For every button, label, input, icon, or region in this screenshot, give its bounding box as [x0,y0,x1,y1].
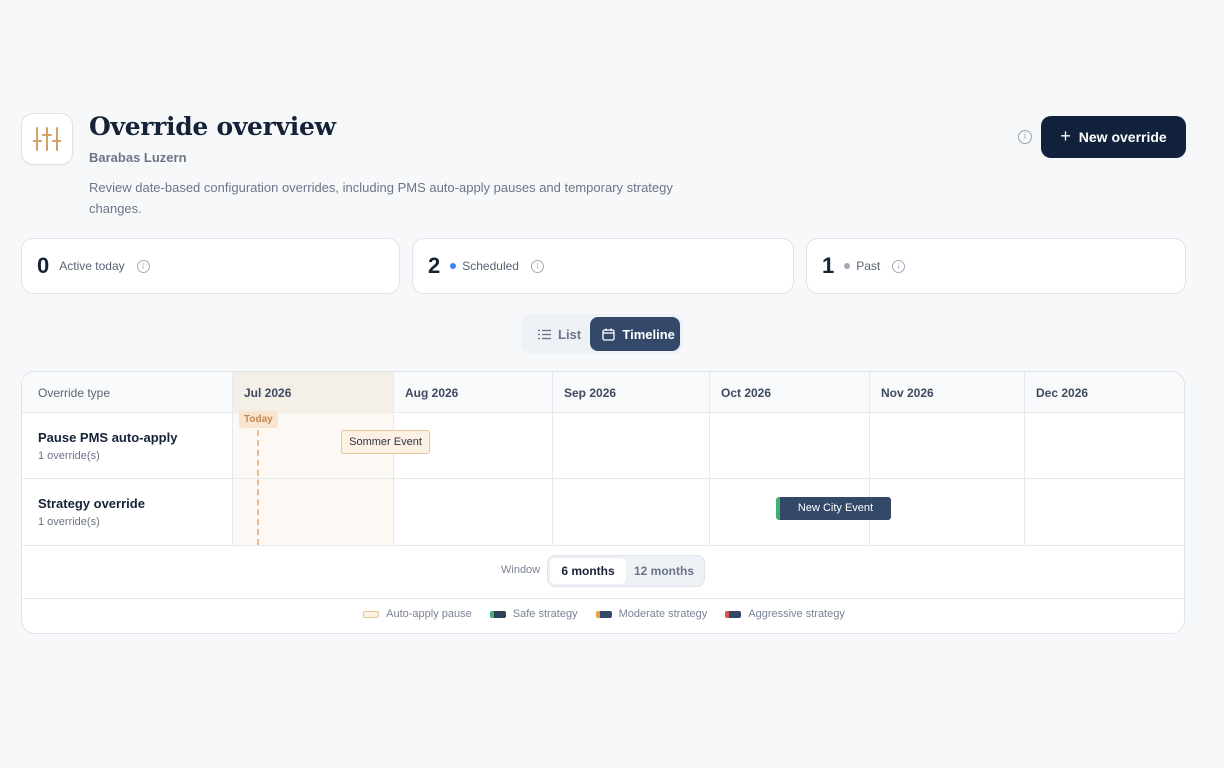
column-divider [232,413,233,545]
stat-label: Scheduled [462,259,519,273]
calendar-icon [602,328,616,341]
new-override-button[interactable]: + New override [1041,116,1186,158]
legend-label: Aggressive strategy [748,608,845,620]
month-header: Dec 2026 [1024,372,1184,413]
legend-swatch [595,610,612,618]
timeline-panel: Override type Jul 2026 Aug 2026 Sep 2026… [21,371,1185,634]
property-name: Barabas Luzern [89,150,187,165]
window-6-months[interactable]: 6 months [550,558,626,584]
event-sommer-event[interactable]: Sommer Event [341,430,430,454]
stat-count: 0 [37,253,50,278]
legend-swatch [489,610,506,618]
month-header: Aug 2026 [393,372,552,413]
legend-swatch [363,610,380,618]
stat-card-active-today: 0 Active today i [21,238,400,294]
sliders-icon [21,113,73,165]
column-divider [1024,413,1025,545]
legend-item-aggressive: Aggressive strategy [725,608,845,620]
legend-label: Moderate strategy [618,608,708,620]
info-icon[interactable]: i [530,259,544,273]
list-icon [538,329,551,339]
stat-card-scheduled: 2 Scheduled i [412,238,794,294]
status-dot [450,263,457,269]
stat-label: Active today [59,259,125,273]
row-divider [22,545,1184,546]
timeline-view-button[interactable]: Timeline [590,317,680,351]
row-name-strategy: Strategy override [38,496,145,511]
legend-item-safe: Safe strategy [489,608,578,620]
list-view-label: List [558,326,582,342]
stat-count: 2 [428,253,441,278]
legend-label: Auto-apply pause [386,608,472,620]
today-badge: Today [239,411,278,428]
column-divider [869,413,870,545]
page-description: Review date-based configuration override… [89,180,673,216]
view-toggle: List Timeline [521,314,683,354]
window-toggle: 6 months 12 months [547,555,705,587]
today-marker-line [257,420,259,545]
window-label: Window [501,564,541,576]
month-header: Sep 2026 [552,372,709,413]
timeline-view-label: Timeline [622,326,675,342]
event-new-city-event[interactable]: New City Event [776,497,891,520]
override-type-header: Override type [38,386,111,400]
row-divider [22,478,1184,479]
list-view-button[interactable]: List [524,317,590,351]
stat-label: Past [856,259,881,273]
stat-card-past: 1 Past i [806,238,1186,294]
legend-item-pause: Auto-apply pause [363,608,472,620]
row-count: 1 override(s) [38,450,100,462]
month-header: Jul 2026 [232,372,393,413]
window-12-months[interactable]: 12 months [626,558,702,584]
info-icon[interactable]: i [1018,130,1032,144]
info-icon[interactable]: i [892,259,906,273]
column-divider [709,413,710,545]
row-name-pause-pms: Pause PMS auto-apply [38,430,178,445]
month-header: Oct 2026 [709,372,869,413]
status-dot [844,263,851,269]
plus-icon: + [1060,126,1071,146]
month-header: Nov 2026 [869,372,1024,413]
new-override-label: New override [1078,129,1167,145]
legend-label: Safe strategy [512,608,578,620]
column-divider [552,413,553,545]
info-icon[interactable]: i [136,259,150,273]
page-title: Override overview [89,112,336,141]
stat-count: 1 [822,253,835,278]
row-divider [22,598,1184,599]
legend-swatch [725,610,742,618]
legend-item-moderate: Moderate strategy [595,608,708,620]
legend: Auto-apply pause Safe strategy Moderate … [22,608,1184,620]
row-count: 1 override(s) [38,516,100,528]
